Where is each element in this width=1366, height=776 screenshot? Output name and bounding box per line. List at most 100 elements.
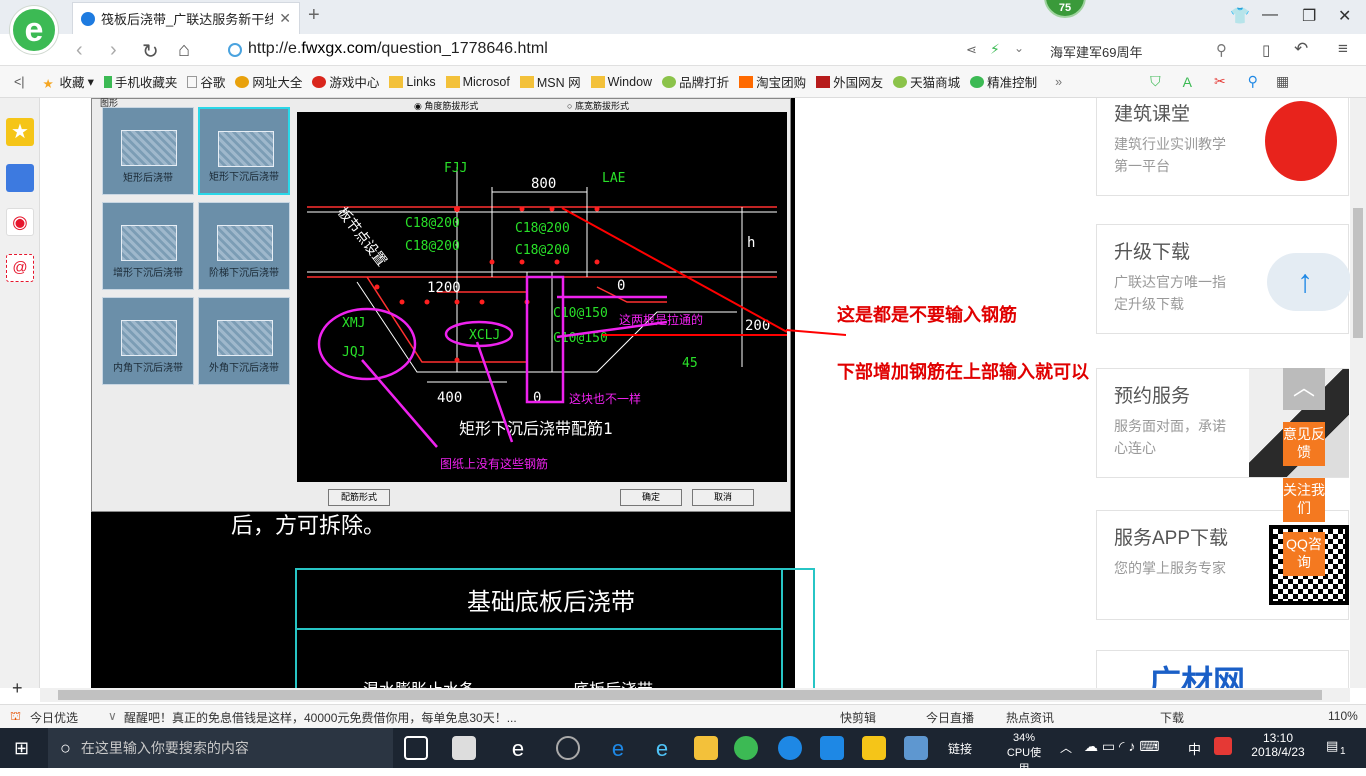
search-input[interactable]: 海军建军69周年 <box>1050 42 1142 61</box>
apps-icon[interactable]: ▦ <box>1276 73 1289 90</box>
follow-button[interactable]: 关注我们 <box>1283 478 1325 522</box>
live[interactable]: 今日直播 <box>926 709 974 726</box>
app-icon[interactable] <box>862 736 886 760</box>
clock[interactable]: 13:10 2018/4/23 <box>1246 731 1310 759</box>
weibo-icon[interactable]: ◉ <box>6 208 34 236</box>
menu-icon[interactable]: ≡ <box>1338 39 1348 59</box>
back-to-top-button[interactable]: ︿ <box>1283 368 1325 410</box>
taskbar-search[interactable]: ○ 在这里输入你要搜索的内容 <box>48 728 393 768</box>
reader-icon[interactable] <box>6 164 34 192</box>
feedback-button[interactable]: 意见反馈 <box>1283 422 1325 466</box>
tray-icons[interactable]: ☁ ▭ ◜ ♪ ⌨ <box>1084 738 1159 755</box>
downloads[interactable]: 下载 <box>1160 709 1184 726</box>
favorites-star-icon[interactable]: ★ <box>6 118 34 146</box>
tab-close-icon[interactable]: ✕ <box>279 10 291 27</box>
fav-item[interactable]: MSN 网 <box>519 72 581 91</box>
card-course[interactable]: 建筑课堂 建筑行业实训教学第一平台 <box>1096 98 1349 196</box>
fav-item[interactable]: Links <box>389 75 436 89</box>
fav-item[interactable]: Window <box>590 75 652 89</box>
fav-item[interactable]: 精准控制 <box>970 72 1037 91</box>
skin-icon[interactable]: 👕 <box>1230 6 1250 26</box>
speed-icon[interactable]: ⚡ <box>990 41 1000 58</box>
app-icon[interactable] <box>820 736 844 760</box>
shield-icon[interactable]: ⛉ <box>1150 73 1161 90</box>
new-tab-button[interactable]: + <box>308 4 320 27</box>
radio-width[interactable]: ○ 底宽筋拔形式 <box>567 99 629 112</box>
ie-icon[interactable]: e <box>650 736 674 761</box>
cancel-button[interactable]: 取消 <box>692 489 754 506</box>
app-icon[interactable] <box>556 736 580 760</box>
rebar-drawing: 板节点设置 FJJ LAE C18@200 C18@200 C18@200 C1… <box>297 112 788 482</box>
fav-item[interactable]: 品牌打折 <box>662 72 729 91</box>
zoom-icon[interactable]: ⚲ <box>1248 73 1258 90</box>
news-ticker[interactable]: 醒醒吧！真正的免息借钱是这样，40000元免费借你用，每单免息30天！... <box>124 709 517 726</box>
translate-icon[interactable]: A <box>1183 74 1192 90</box>
browser-logo-icon[interactable]: e <box>10 6 58 54</box>
zoom-level[interactable]: 110% <box>1328 709 1358 723</box>
fav-item[interactable]: ★ 收藏 ▾ <box>43 72 94 91</box>
scissors-icon[interactable]: ✂ <box>1214 73 1226 90</box>
browser-e-icon[interactable]: e <box>506 736 530 761</box>
thumb-trapezoid[interactable]: 增形下沉后浇带 <box>102 202 194 290</box>
close-window-button[interactable]: ✕ <box>1338 6 1351 26</box>
ime-indicator[interactable]: 中 <box>1188 739 1201 758</box>
fav-item[interactable]: 外国网友 <box>816 72 883 91</box>
back-icon[interactable]: ‹ <box>76 39 83 62</box>
forward-icon[interactable]: › <box>110 39 117 62</box>
share-icon[interactable]: ⋖ <box>966 42 977 58</box>
fav-item[interactable]: Microsof <box>445 75 510 89</box>
hot-news[interactable]: 热点资讯 <box>1006 709 1054 726</box>
collapse-icon[interactable]: <| <box>14 75 25 89</box>
add-icon[interactable]: + <box>12 678 23 699</box>
phone-icon[interactable]: ▯ <box>1262 41 1270 59</box>
maximize-button[interactable]: ❐ <box>1302 6 1316 26</box>
links-toolbar[interactable]: 链接 <box>948 740 972 757</box>
fav-item[interactable]: 谷歌 <box>187 72 225 91</box>
ok-button[interactable]: 确定 <box>620 489 682 506</box>
chevron-down-icon[interactable]: ∨ <box>108 709 117 723</box>
search-icon[interactable]: ⚲ <box>1216 41 1227 59</box>
thumb-outer[interactable]: 外角下沉后浇带 <box>198 297 290 385</box>
url-field[interactable]: http://e.fwxgx.com/question_1778646.html <box>248 40 548 58</box>
qq-button[interactable]: QQ咨询 <box>1283 532 1325 576</box>
explorer-icon[interactable] <box>694 736 718 760</box>
daily-pick[interactable]: 今日优选 <box>30 709 78 726</box>
notification-icon[interactable]: ▤ <box>1326 738 1338 754</box>
edge-icon[interactable]: e <box>606 736 630 761</box>
thumb-rect-sunk[interactable]: 矩形下沉后浇带 <box>198 107 290 195</box>
glodon-icon[interactable] <box>778 736 802 760</box>
windows-start-icon[interactable]: ⊞ <box>14 738 29 759</box>
fav-item[interactable]: 天猫商城 <box>893 72 960 91</box>
fav-item[interactable]: 淘宝团购 <box>739 72 806 91</box>
task-view-icon[interactable] <box>404 736 428 760</box>
refresh-icon[interactable]: ↻ <box>142 39 159 64</box>
vertical-scrollbar[interactable] <box>1350 98 1366 688</box>
app-icon[interactable] <box>452 736 476 760</box>
quick-cut[interactable]: 快剪辑 <box>840 709 876 726</box>
minimize-button[interactable]: — <box>1262 6 1278 24</box>
thumb-inner[interactable]: 内角下沉后浇带 <box>102 297 194 385</box>
tray-up-icon[interactable]: ︿ <box>1060 739 1072 756</box>
fav-item[interactable]: 网址大全 <box>235 72 302 91</box>
fav-item[interactable]: 游戏中心 <box>312 72 379 91</box>
browser-tab[interactable]: 筏板后浇带_广联达服务新干线 ✕ <box>72 2 300 34</box>
config-button[interactable]: 配筋形式 <box>328 489 390 506</box>
thumb-step[interactable]: 阶梯下沉后浇带 <box>198 202 290 290</box>
app-icon[interactable] <box>904 736 928 760</box>
fav-item[interactable]: 手机收藏夹 <box>103 72 177 91</box>
sogou-icon[interactable] <box>1214 737 1232 755</box>
radio-angle[interactable]: ◉ 角度筋拔形式 <box>414 99 478 112</box>
mail-icon[interactable]: @ <box>6 254 34 282</box>
undo-icon[interactable]: ↶ <box>1294 39 1308 59</box>
thumb-rect[interactable]: 矩形后浇带 <box>102 107 194 195</box>
notification-badge[interactable]: 75 <box>1044 0 1086 18</box>
card-gcw[interactable]: 广材网 <box>1096 650 1349 688</box>
home-icon[interactable]: ⌂ <box>178 39 190 62</box>
more-icon[interactable]: » <box>1055 75 1062 89</box>
card-download[interactable]: 升级下载 广联达官方唯一指定升级下载 ↑ <box>1096 224 1350 334</box>
slope-label: 板节点设置 <box>334 205 390 270</box>
star-icon: ★ <box>42 76 54 91</box>
chevron-down-icon[interactable]: ⌄ <box>1014 41 1024 55</box>
360-browser-icon[interactable] <box>734 736 758 760</box>
horizontal-scrollbar[interactable] <box>40 688 1350 702</box>
